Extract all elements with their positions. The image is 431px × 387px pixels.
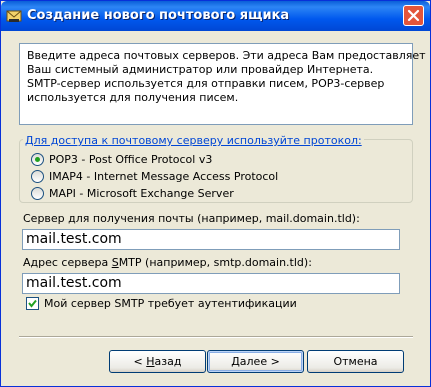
incoming-server-input[interactable]: mail.test.com <box>22 229 400 250</box>
smtp-server-input[interactable]: mail.test.com <box>22 273 400 294</box>
next-button-label: Далее > <box>231 355 280 368</box>
window-title: Создание нового почтового ящика <box>27 8 290 23</box>
info-panel: Введите адреса почтовых серверов. Эти ад… <box>19 43 426 125</box>
checkmark-icon <box>28 299 37 308</box>
back-button[interactable]: < Назад <box>109 350 206 373</box>
radio-button-imap4[interactable] <box>31 169 44 183</box>
radio-label-mapi: MAPI - Microsoft Exchange Server <box>49 186 234 200</box>
info-line: Введите адреса почтовых серверов. Эти ад… <box>27 49 426 62</box>
info-line: используется для получения писем. <box>27 91 239 104</box>
radio-button-pop3[interactable] <box>31 152 44 166</box>
separator <box>19 336 413 338</box>
radio-imap4[interactable]: IMAP4 - Internet Message Access Protocol <box>31 168 278 184</box>
info-line: Ваш системный администратор или провайде… <box>27 63 374 76</box>
cancel-button[interactable]: Отмена <box>307 350 404 373</box>
protocol-legend: Для доступа к почтовому серверу использу… <box>23 134 364 147</box>
next-button[interactable]: Далее > <box>207 350 304 373</box>
mailbox-icon <box>6 8 22 24</box>
smtp-server-label: Адрес сервера SMTP (например, smtp.domai… <box>23 256 312 269</box>
smtp-auth-label: Мой сервер SMTP требует аутентификации <box>44 297 297 310</box>
radio-pop3[interactable]: POP3 - Post Office Protocol v3 <box>31 151 212 167</box>
cancel-button-label: Отмена <box>333 355 378 368</box>
radio-label-pop3: POP3 - Post Office Protocol v3 <box>49 152 213 166</box>
title-bar[interactable]: Создание нового почтового ящика <box>1 1 430 31</box>
close-button[interactable] <box>403 5 424 26</box>
radio-button-mapi[interactable] <box>31 186 44 200</box>
dialog-window: Создание нового почтового ящика Введите … <box>0 0 431 387</box>
info-line: SMTP-сервер используется для отправки пи… <box>27 77 385 90</box>
radio-mapi[interactable]: MAPI - Microsoft Exchange Server <box>31 185 234 201</box>
radio-label-imap4: IMAP4 - Internet Message Access Protocol <box>49 169 279 183</box>
incoming-server-label: Сервер для получения почты (например, ma… <box>23 212 360 225</box>
smtp-auth-option[interactable]: Мой сервер SMTP требует аутентификации <box>26 297 297 310</box>
close-icon <box>407 9 420 22</box>
smtp-auth-checkbox[interactable] <box>26 297 39 310</box>
back-button-label: < Назад <box>133 355 182 368</box>
